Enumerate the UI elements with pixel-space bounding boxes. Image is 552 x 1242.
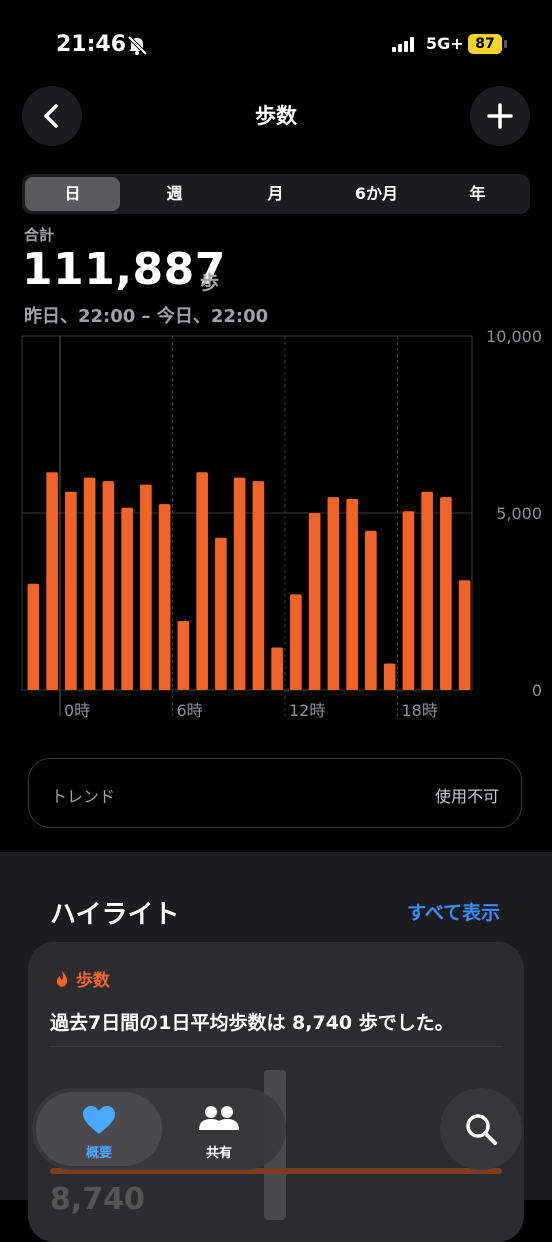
bar	[65, 491, 77, 690]
bar	[440, 497, 452, 690]
tab-summary[interactable]: 概要	[36, 1092, 162, 1166]
y-tick-label: 5,000	[496, 504, 542, 523]
bell-slash-icon	[127, 35, 148, 56]
show-all-link[interactable]: すべて表示	[407, 898, 500, 925]
tab-week[interactable]: 週	[126, 177, 223, 211]
bar	[402, 511, 415, 690]
y-tick-label: 0	[532, 681, 542, 700]
x-tick-label: 6時	[177, 701, 203, 720]
highlights-title: ハイライト	[50, 900, 180, 930]
tab-summary-label: 概要	[85, 1146, 112, 1161]
trend-label: トレンド	[51, 787, 116, 806]
bar	[365, 530, 377, 690]
heart-icon	[83, 1106, 115, 1134]
bar	[27, 583, 40, 690]
tab-bar: 概要 共有	[32, 1088, 286, 1170]
plus-icon	[487, 103, 513, 129]
x-tick-label: 12時	[289, 701, 325, 720]
x-tick-label: 0時	[64, 701, 90, 720]
battery-level: 87	[468, 34, 502, 54]
period-segmented-control: 日 週 月 6か月 年	[22, 174, 530, 214]
bar	[252, 481, 265, 690]
status-time: 21:46	[56, 32, 127, 57]
bar	[177, 620, 190, 690]
x-tick-label: 18時	[402, 701, 438, 720]
bar	[346, 498, 358, 690]
search-icon	[466, 1114, 497, 1145]
card-category-label: 歩数	[75, 971, 110, 991]
summary-unit: 歩	[200, 272, 220, 294]
summary-range: 昨日、22:00 – 今日、22:00	[24, 306, 269, 327]
bar	[308, 513, 321, 690]
bar	[290, 594, 302, 690]
status-bar: 21:46 5G+ 87	[0, 0, 552, 80]
bar	[121, 507, 133, 690]
trend-row[interactable]: トレンド 使用不可	[28, 758, 522, 828]
people-icon	[199, 1106, 239, 1130]
bar	[83, 477, 96, 690]
trend-status: 使用不可	[434, 787, 499, 806]
steps-bar-chart[interactable]: 10,000 5,000 0 0時 6時 12時 18時	[0, 330, 552, 730]
bar	[233, 477, 246, 690]
card-category: 歩数	[54, 966, 110, 991]
bar	[46, 472, 58, 690]
tab-month[interactable]: 月	[227, 177, 324, 211]
bar	[421, 491, 433, 690]
tab-sharing[interactable]: 共有	[156, 1092, 282, 1166]
bar	[383, 663, 396, 690]
summary-value: 111,887	[22, 244, 226, 295]
signal-icon	[392, 36, 420, 52]
tab-sharing-label: 共有	[205, 1146, 232, 1161]
tab-year[interactable]: 年	[429, 177, 526, 211]
tab-day[interactable]: 日	[25, 177, 120, 211]
battery-tip	[504, 40, 507, 48]
bar	[102, 481, 115, 690]
bar	[271, 647, 283, 690]
add-button[interactable]	[470, 86, 530, 146]
bar	[158, 504, 171, 690]
network-type: 5G+	[426, 34, 464, 53]
bar	[215, 537, 227, 690]
bar	[196, 472, 208, 690]
card-divider	[50, 1046, 502, 1047]
search-button[interactable]	[440, 1088, 522, 1170]
card-text: 過去7日間の1日平均歩数は 8,740 歩でした。	[50, 1012, 454, 1034]
tab-6-months[interactable]: 6か月	[328, 177, 425, 211]
bar	[327, 497, 340, 690]
summary-label: 合計	[24, 226, 55, 244]
y-tick-label: 10,000	[486, 330, 542, 346]
flame-icon	[56, 971, 68, 987]
bar	[458, 580, 471, 690]
bar	[140, 484, 152, 690]
